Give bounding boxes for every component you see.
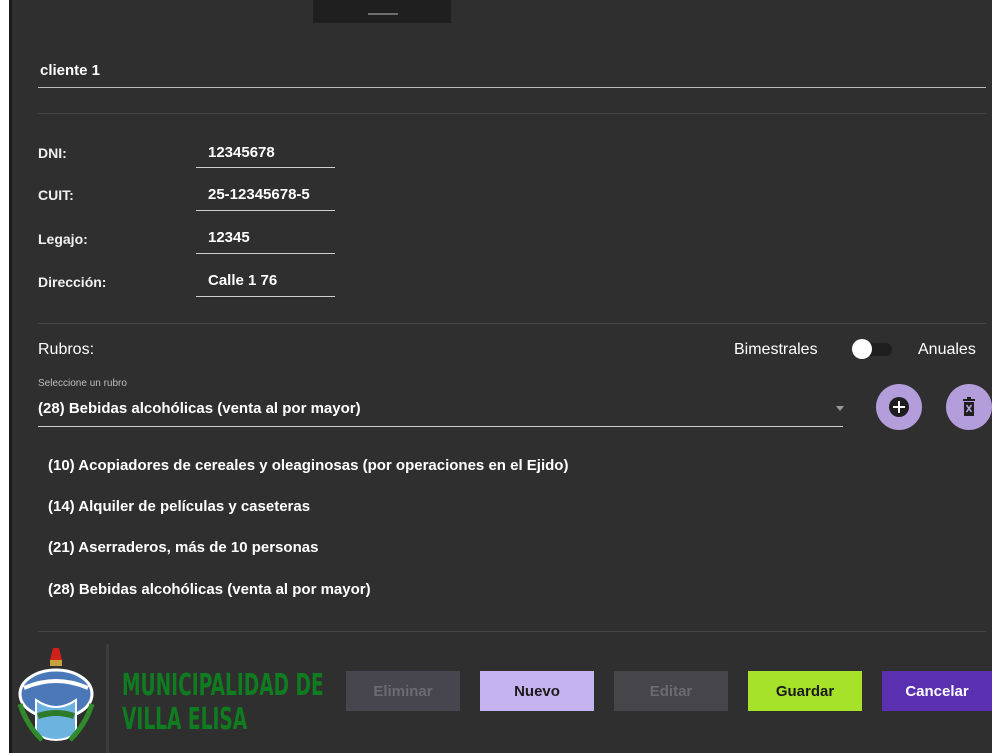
client-name[interactable]: cliente 1 [40,62,100,79]
divider-top [38,113,986,114]
dni-field-underline [196,167,335,168]
cancelar-button[interactable]: Cancelar [882,671,992,711]
rubro-select-label: Seleccione un rubro [38,378,127,389]
municipality-name-line1: MUNICIPALIDAD DE [122,668,324,703]
municipality-name-line2: VILLA ELISA [122,702,248,737]
cuit-field-underline [196,210,335,211]
drag-handle[interactable] [313,0,451,23]
rubro-select-underline [38,426,843,427]
rubro-select[interactable]: (28) Bebidas alcohólicas (venta al por m… [38,400,361,417]
divider-bottom [38,631,986,632]
dni-label: DNI: [38,145,67,161]
guardar-button[interactable]: Guardar [748,671,862,711]
dni-field[interactable]: 12345678 [208,144,275,161]
rubros-title: Rubros: [38,341,95,358]
periodicity-toggle[interactable] [852,339,894,359]
toggle-label-anuales: Anuales [918,341,976,358]
divider-middle [38,323,986,324]
municipality-coat-of-arms-logo [17,648,95,742]
editar-button[interactable]: Editar [614,671,728,711]
rubro-list-item[interactable]: (10) Acopiadores de cereales y oleaginos… [48,457,568,474]
direccion-field[interactable]: Calle 1 76 [208,272,277,289]
rubro-list-item[interactable]: (28) Bebidas alcohólicas (venta al por m… [48,581,371,598]
nuevo-button[interactable]: Nuevo [480,671,594,711]
toggle-label-bimestrales: Bimestrales [734,341,818,358]
window-left-border [0,0,12,753]
cuit-label: CUIT: [38,187,74,203]
direccion-label: Dirección: [38,274,107,290]
legajo-label: Legajo: [38,231,88,247]
add-rubro-button[interactable] [876,384,922,430]
delete-icon [963,397,975,416]
add-circle-icon [889,397,909,417]
eliminar-button[interactable]: Eliminar [346,671,460,711]
logo-separator [106,644,109,753]
cuit-field[interactable]: 25-12345678-5 [208,186,310,203]
drag-handle-grip-icon [368,13,398,15]
direccion-field-underline [196,296,335,297]
chevron-down-icon[interactable] [836,406,844,411]
client-name-underline [38,87,986,88]
rubro-list-item[interactable]: (21) Aserraderos, más de 10 personas [48,539,318,556]
toggle-knob [852,339,872,359]
legajo-field[interactable]: 12345 [208,229,250,246]
legajo-field-underline [196,253,335,254]
rubro-list-item[interactable]: (14) Alquiler de películas y caseteras [48,498,310,515]
delete-rubro-button[interactable] [946,384,992,430]
